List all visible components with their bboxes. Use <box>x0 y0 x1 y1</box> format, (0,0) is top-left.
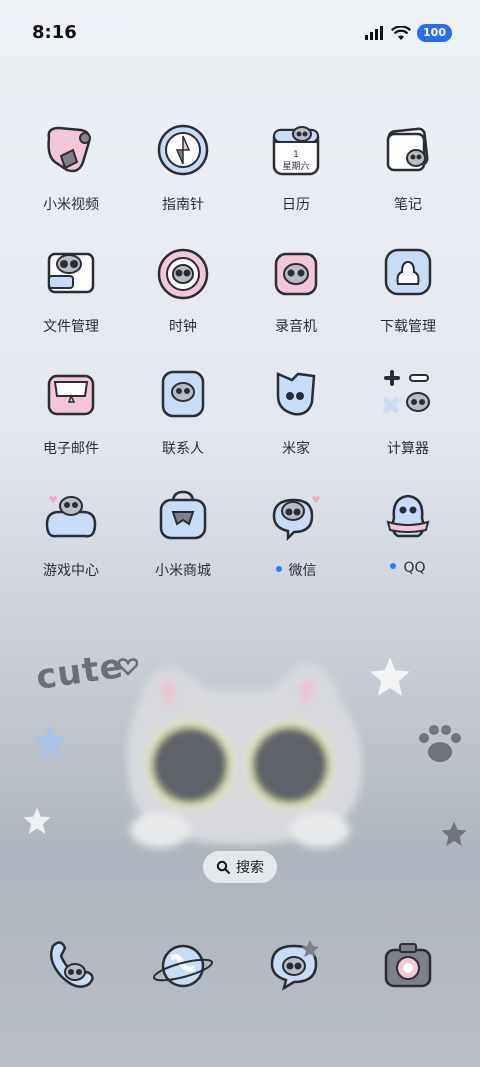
email-icon <box>47 374 95 416</box>
dock-camera[interactable] <box>348 932 468 996</box>
app-qq[interactable]: QQ <box>348 484 468 580</box>
star-icon <box>32 724 68 759</box>
clock-icon <box>157 248 209 300</box>
download-icon <box>384 248 432 296</box>
notes-icon <box>386 127 429 172</box>
compass-icon <box>157 124 209 176</box>
app-mi-video[interactable]: 小米视频 <box>11 118 131 214</box>
app-label: 联系人 <box>162 441 204 457</box>
search-label: 搜索 <box>236 860 264 876</box>
app-label: 下载管理 <box>380 319 436 335</box>
app-label-text: QQ <box>403 560 426 576</box>
app-download-manager[interactable]: 下载管理 <box>348 240 468 336</box>
app-files[interactable]: 文件管理 <box>11 240 131 336</box>
battery-indicator: 100 <box>417 24 452 42</box>
signal-icon <box>365 26 384 40</box>
app-label: 文件管理 <box>43 319 99 335</box>
star-icon <box>441 821 467 846</box>
app-label: 录音机 <box>275 319 317 335</box>
app-calculator[interactable]: 计算器 <box>348 362 468 458</box>
app-label: 指南针 <box>162 197 204 213</box>
app-notes[interactable]: 笔记 <box>348 118 468 214</box>
status-time: 8:16 <box>32 22 77 43</box>
wallpaper-cat-illustration <box>126 664 363 848</box>
app-label: 小米视频 <box>43 197 99 213</box>
app-label: 电子邮件 <box>43 441 99 457</box>
contacts-icon <box>161 370 205 418</box>
calendar-day: 1 <box>293 150 299 160</box>
app-label: 笔记 <box>394 197 422 213</box>
video-icon <box>47 126 91 173</box>
app-label: 微信 <box>236 560 356 580</box>
calculator-icon <box>383 370 430 413</box>
mi-store-icon <box>159 490 207 540</box>
mijia-icon <box>276 372 316 416</box>
new-dot <box>275 566 282 572</box>
app-label: 日历 <box>282 197 310 213</box>
app-mi-store[interactable]: 小米商城 <box>123 484 243 580</box>
new-dot <box>390 563 397 569</box>
messages-icon <box>270 940 319 991</box>
camera-icon <box>384 943 432 988</box>
app-email[interactable]: 电子邮件 <box>11 362 131 458</box>
dock-browser[interactable] <box>123 932 243 996</box>
app-label: 游戏中心 <box>43 563 99 579</box>
app-clock[interactable]: 时钟 <box>123 240 243 336</box>
dock-phone[interactable] <box>11 932 131 996</box>
app-mijia[interactable]: 米家 <box>236 362 356 458</box>
game-center-icon <box>45 496 97 538</box>
wechat-icon <box>272 496 320 542</box>
qq-icon <box>386 494 430 538</box>
app-contacts[interactable]: 联系人 <box>123 362 243 458</box>
app-label: 计算器 <box>387 441 429 457</box>
app-label-text: 微信 <box>288 563 317 579</box>
app-label: 小米商城 <box>155 563 211 579</box>
paw-icon <box>419 725 461 762</box>
recorder-icon <box>274 252 318 296</box>
app-wechat[interactable]: 微信 <box>236 484 356 580</box>
browser-icon <box>152 944 214 988</box>
app-calendar[interactable]: 1 星期六 日历 <box>236 118 356 214</box>
calendar-weekday: 星期六 <box>282 160 309 172</box>
search-button[interactable]: 搜索 <box>203 851 277 883</box>
app-game-center[interactable]: 游戏中心 <box>11 484 131 580</box>
status-icons: 100 <box>365 24 452 42</box>
search-icon <box>216 860 230 874</box>
star-icon <box>23 807 51 834</box>
wifi-icon <box>391 25 412 40</box>
files-icon <box>47 252 95 294</box>
calendar-icon: 1 星期六 <box>272 126 320 176</box>
app-compass[interactable]: 指南针 <box>123 118 243 214</box>
app-label: 时钟 <box>169 319 197 335</box>
app-label: QQ <box>348 560 468 580</box>
app-label: 米家 <box>282 441 310 457</box>
app-recorder[interactable]: 录音机 <box>236 240 356 336</box>
status-bar: 8:16 100 <box>0 0 480 68</box>
dock-messages[interactable] <box>236 932 356 996</box>
phone-icon <box>50 941 94 988</box>
